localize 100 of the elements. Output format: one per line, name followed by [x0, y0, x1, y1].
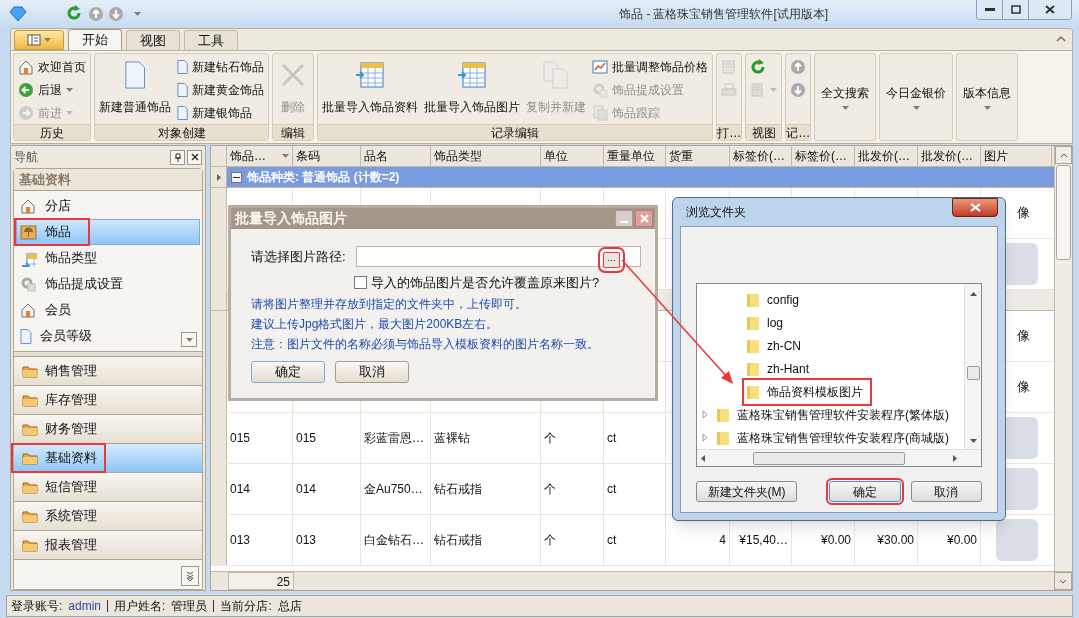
scrollbar-thumb[interactable] [753, 451, 905, 465]
app-menu-button[interactable] [14, 30, 64, 50]
nav-item[interactable]: 饰品类型 [16, 245, 200, 271]
ribbon-button[interactable]: 批量调整饰品价格 [590, 56, 711, 78]
pin-button[interactable] [170, 149, 185, 165]
up-button[interactable] [88, 6, 104, 22]
checkbox-label: 导入的饰品图片是否允许覆盖原来图片? [371, 274, 600, 292]
dialog-title: 批量导入饰品图片 [235, 209, 348, 228]
table-cell-text: 白金钻石… [364, 532, 424, 549]
close-panel-button[interactable] [187, 149, 202, 165]
close-button[interactable] [952, 198, 998, 217]
panel-title: 导航 [14, 149, 39, 166]
tree-item[interactable]: log [745, 311, 789, 334]
column-header[interactable]: 货重 [666, 146, 730, 166]
dialog-button[interactable]: 确定 [251, 360, 325, 383]
caret-icon [66, 88, 73, 92]
ribbon-button[interactable]: 批量导入饰品资料 [320, 54, 421, 124]
column-header[interactable]: 批发价(… [918, 146, 981, 166]
tree-item[interactable]: zh-CN [745, 334, 807, 357]
column-header[interactable]: 饰品类型 [431, 146, 541, 166]
ribbon-tab[interactable]: 开始 [68, 29, 122, 50]
nav-item[interactable]: 会员 [16, 297, 200, 323]
maximize-button[interactable] [1003, 0, 1029, 19]
column-header[interactable]: 标签价(… [792, 146, 855, 166]
customize-toolbar-button[interactable] [134, 12, 141, 16]
nav-group-button[interactable]: 财务管理 [14, 415, 202, 444]
tree-item[interactable]: 蓝格珠宝销售管理软件安装程序(商城版) [715, 426, 955, 449]
nav-item[interactable]: 会员等级 [16, 323, 200, 349]
caret-left-icon[interactable] [701, 454, 705, 462]
table-import-icon [354, 59, 387, 91]
path-field[interactable] [356, 246, 641, 267]
scroll-up-button[interactable] [1055, 146, 1072, 164]
minimize-button[interactable] [977, 0, 1003, 19]
more-button[interactable] [181, 566, 199, 586]
table-cell-text: ¥30.00 [877, 532, 914, 549]
tree-item[interactable]: zh-Hant [745, 357, 816, 380]
caret-icon [983, 106, 991, 110]
dialog-button[interactable]: 取消 [910, 481, 982, 502]
close-button[interactable] [1029, 0, 1071, 19]
ribbon-button[interactable]: 欢迎首页 [16, 56, 88, 78]
tree-item[interactable]: 饰品资料模板图片 [745, 380, 869, 403]
ribbon-button[interactable]: 批量导入饰品图片 [422, 54, 523, 124]
ribbon-tab[interactable]: 工具 [184, 30, 238, 50]
folder-icon [715, 406, 731, 423]
document-icon [20, 327, 32, 345]
table-cell-text: ct [607, 481, 617, 498]
column-header[interactable]: 品名 [361, 146, 431, 166]
scroll-down-button[interactable] [1054, 572, 1072, 590]
ribbon-menu-button[interactable]: 全文搜索 [817, 54, 874, 140]
ribbon-tab[interactable]: 视图 [126, 30, 180, 50]
dialog-button[interactable]: 确定 [829, 481, 901, 502]
nav-item[interactable]: 分店 [16, 193, 200, 219]
chevrons-icon [186, 571, 194, 581]
caret-icon [282, 154, 289, 158]
dialog-button[interactable]: 取消 [335, 360, 409, 383]
column-header[interactable]: 标签价(… [730, 146, 792, 166]
caret-up-icon[interactable] [969, 292, 977, 296]
column-header[interactable]: 图片 [981, 146, 1052, 166]
ribbon-button[interactable]: 新建黄金饰品 [175, 79, 267, 101]
home-icon [20, 301, 37, 319]
collapse-ribbon-icon[interactable] [1056, 36, 1066, 42]
caret-icon [44, 38, 51, 42]
table-import-icon [456, 59, 489, 91]
down-button[interactable] [108, 6, 124, 22]
ribbon-button[interactable]: 新建银饰品 [175, 102, 267, 124]
column-header[interactable]: 单位 [541, 146, 604, 166]
row-header[interactable] [211, 311, 227, 361]
nav-group-button[interactable]: 基础资料 [14, 444, 202, 473]
caret-right-icon[interactable] [953, 454, 957, 462]
table-cell-text: ct [607, 430, 617, 447]
scroll-down-button[interactable] [181, 332, 197, 347]
close-icon [639, 214, 649, 223]
dialog-button[interactable]: 新建文件夹(M) [696, 481, 798, 502]
group-label: 视图 [746, 124, 782, 140]
caret-icon [185, 337, 193, 342]
scrollbar-thumb[interactable] [1056, 165, 1071, 260]
column-header[interactable]: 饰品… [227, 146, 293, 166]
checkbox[interactable] [354, 276, 367, 290]
tree-item[interactable]: config [745, 288, 806, 311]
window-title: 饰品 - 蓝格珠宝销售管理软件[试用版本] [618, 6, 829, 23]
nav-item[interactable]: 饰品提成设置 [16, 271, 200, 297]
ribbon-button[interactable]: 后退 [16, 79, 88, 101]
scrollbar-thumb[interactable] [966, 366, 980, 380]
row-header[interactable] [211, 188, 227, 238]
column-header[interactable]: 批发价(… [855, 146, 918, 166]
status-label: 当前分店: [220, 598, 272, 615]
column-header[interactable]: 重量单位 [604, 146, 666, 166]
row-header[interactable] [211, 515, 227, 565]
row-header[interactable] [211, 290, 227, 310]
nav-item[interactable]: 饰品 [16, 219, 200, 245]
ribbon-button[interactable]: 新建钻石饰品 [175, 56, 267, 78]
table-cell-text: 013 [230, 532, 251, 549]
column-header[interactable]: 条码 [293, 146, 361, 166]
ribbon-menu-button[interactable]: 今日金银价 [882, 54, 951, 140]
group-label: 对象创建 [95, 124, 269, 140]
ribbon-button[interactable]: 新建普通饰品 [97, 54, 173, 124]
folder-icon [745, 360, 761, 377]
table-cell-text: 015 [296, 430, 317, 447]
ribbon-menu-button[interactable]: 版本信息 [959, 54, 1016, 140]
caret-down-icon[interactable] [969, 439, 977, 443]
